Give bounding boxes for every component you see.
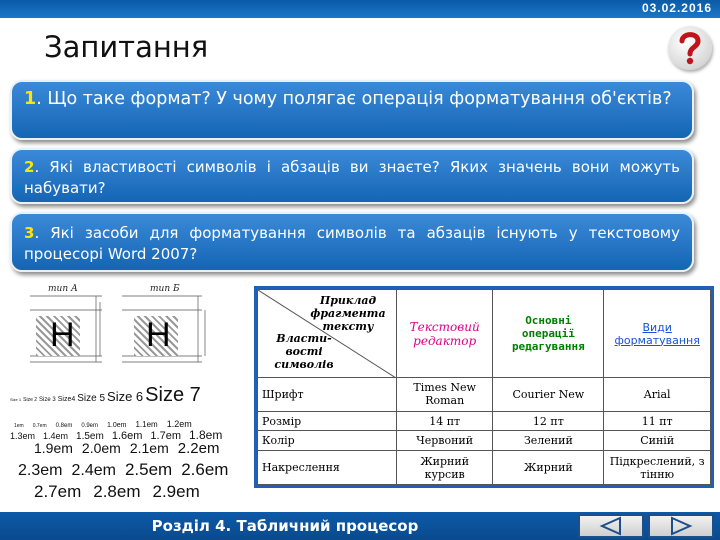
question-number: 1 bbox=[24, 89, 37, 109]
size-sample: 2.6em bbox=[181, 460, 229, 479]
size-sample: Size 2 bbox=[23, 397, 38, 403]
table-row: Накреслення Жирний курсив Жирний Підкрес… bbox=[257, 450, 711, 485]
size-sample: Size 1 bbox=[10, 397, 22, 402]
size-sample: 1.3em bbox=[10, 431, 36, 441]
table-cell: Жирний bbox=[492, 450, 605, 485]
table-cell: Зелений bbox=[492, 430, 605, 452]
column-header: Основні операції редагування bbox=[492, 289, 605, 378]
table-cell: Червоний bbox=[395, 430, 494, 452]
column-header: Текстовий редактор bbox=[395, 289, 494, 378]
table-cell: Підкреслений, з тінню bbox=[603, 450, 711, 485]
question-number: 2 bbox=[24, 158, 35, 176]
size-sample: 2.2em bbox=[177, 440, 220, 457]
table-cell: 11 пт bbox=[603, 410, 711, 432]
glyph-a: Н bbox=[50, 316, 75, 354]
table-row: Шрифт Times New Roman Courier New Arial bbox=[257, 377, 711, 412]
row-label: Колір bbox=[257, 430, 397, 452]
table-row: Колір Червоний Зелений Синій bbox=[257, 430, 711, 452]
prev-triangle-icon bbox=[599, 516, 621, 536]
table-cell: 12 пт bbox=[492, 410, 605, 432]
next-triangle-icon bbox=[671, 516, 693, 536]
size-sample-row: 2.3em 2.4em 2.5em 2.6em bbox=[18, 460, 237, 480]
table-corner-cell: Приклад фрагмента тексту Власти-вості си… bbox=[257, 289, 397, 378]
size-sample: 2.3em bbox=[18, 462, 63, 479]
question-text: . Які засоби для форматування символів т… bbox=[24, 224, 680, 263]
corner-top-label: Приклад фрагмента тексту bbox=[310, 294, 386, 333]
row-label: Розмір bbox=[257, 410, 397, 432]
table-row: Розмір 14 пт 12 пт 11 пт bbox=[257, 410, 711, 432]
row-label: Шрифт bbox=[257, 377, 397, 412]
question-text: . Що таке формат? У чому полягає операці… bbox=[36, 89, 672, 109]
question-number: 3 bbox=[24, 224, 35, 242]
size-sample: 2.7em bbox=[34, 482, 82, 501]
table-cell: Arial bbox=[603, 377, 711, 412]
question-box-3: 3. Які засоби для форматування символів … bbox=[10, 212, 694, 272]
size-sample-row: Size 1 Size 2 Size 3 Size4 Size 5 Size 6 Size … bbox=[10, 384, 203, 407]
table-cell: 14 пт bbox=[395, 410, 494, 432]
top-bar: 03.02.2016 bbox=[0, 0, 720, 18]
size-sample: Size 7 bbox=[145, 384, 201, 406]
table-cell: Courier New bbox=[492, 377, 605, 412]
corner-bottom-label: Власти-вості символів bbox=[274, 332, 334, 371]
slide-date: 03.02.2016 bbox=[641, 1, 712, 15]
question-text: . Які властивості символів і абзаців ви … bbox=[24, 158, 680, 197]
size-sample: Size 5 bbox=[77, 393, 106, 404]
row-label: Накреслення bbox=[257, 450, 397, 485]
size-sample: Size 6 bbox=[107, 389, 144, 404]
size-sample: Size 3 bbox=[39, 397, 56, 403]
size-sample: Size4 bbox=[57, 396, 76, 403]
question-mark-icon bbox=[668, 26, 712, 70]
size-sample: 2.9em bbox=[152, 482, 200, 501]
next-button[interactable] bbox=[648, 514, 714, 538]
size-sample-row: 2.7em 2.8em 2.9em bbox=[34, 482, 212, 502]
glyph-b: Н bbox=[146, 316, 171, 354]
font-size-illustration: тип А тип Б Н Н Size 1 Size 2 Size 3 Size4 S… bbox=[10, 280, 250, 502]
question-box-1: 1. Що таке формат? У чому полягає операц… bbox=[10, 80, 694, 140]
question-box-2: 2. Які властивості символів і абзаців ви… bbox=[10, 148, 694, 204]
prev-button[interactable] bbox=[578, 514, 644, 538]
size-sample: 2.0em bbox=[81, 440, 121, 456]
formatting-table: Приклад фрагмента тексту Власти-вості си… bbox=[254, 286, 714, 488]
size-sample: 1.9em bbox=[34, 440, 73, 456]
table-cell: Синій bbox=[603, 430, 711, 452]
size-sample-row: 1.9em 2.0em 2.1em 2.2em bbox=[34, 440, 228, 458]
page-title: Запитання bbox=[44, 30, 209, 64]
size-sample: 2.1em bbox=[129, 440, 169, 456]
table-cell: Times New Roman bbox=[395, 377, 494, 412]
size-sample: 2.8em bbox=[93, 482, 141, 501]
column-header: Види форматування bbox=[603, 289, 711, 378]
size-sample: 2.5em bbox=[124, 460, 173, 479]
table-cell: Жирний курсив bbox=[395, 450, 494, 485]
section-title: Розділ 4. Табличний процесор bbox=[151, 517, 419, 535]
size-sample: 2.4em bbox=[71, 462, 116, 479]
